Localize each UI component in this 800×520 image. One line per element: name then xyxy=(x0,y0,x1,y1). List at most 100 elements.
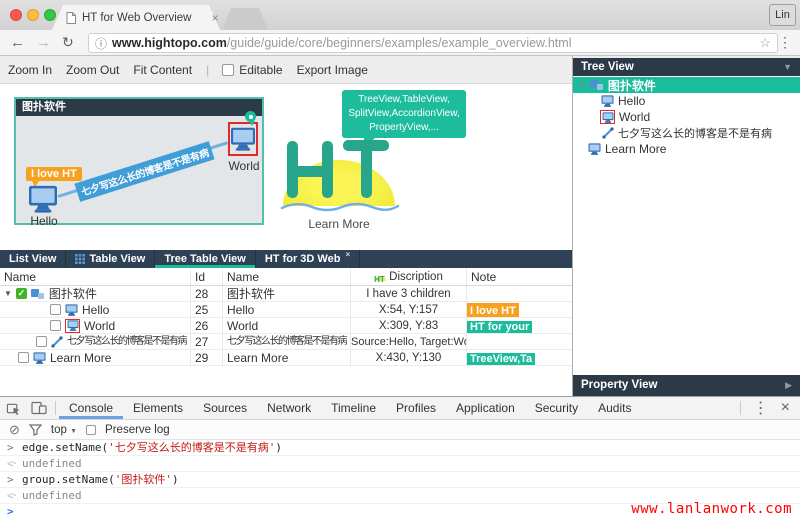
devtools-tab-application[interactable]: Application xyxy=(446,397,525,419)
console-output[interactable]: > edge.setName('七夕写这么长的博客是不是有病') <· unde… xyxy=(0,440,800,520)
monitor-icon xyxy=(28,185,58,213)
col-header-name[interactable]: Name xyxy=(0,268,191,285)
devtools-tab-network[interactable]: Network xyxy=(257,397,321,419)
device-icon xyxy=(31,401,47,415)
url-domain: www.hightopo.com xyxy=(112,36,227,50)
bookmark-star-icon[interactable]: ☆ xyxy=(759,35,771,51)
expand-arrow-icon[interactable]: ▼ xyxy=(4,286,12,301)
row-checkbox[interactable] xyxy=(50,320,61,331)
expand-arrow-icon[interactable]: ▶ xyxy=(785,375,792,396)
forward-icon[interactable]: → xyxy=(36,30,51,55)
collapse-arrow-icon[interactable]: ▼ xyxy=(783,58,792,76)
grid-icon xyxy=(75,254,85,264)
tree-item-world[interactable]: World xyxy=(573,109,800,125)
side-panel: Tree View ▼ ▼ 图扑软件 Hello World 七夕写这么长的博客… xyxy=(572,56,800,396)
col-header-name2[interactable]: Name xyxy=(223,268,351,285)
row-checkbox-checked[interactable]: ✓ xyxy=(16,288,27,299)
note-chip: HT for your xyxy=(467,321,532,333)
devtools-tab-audits[interactable]: Audits xyxy=(588,397,641,419)
console-input-entry: > group.setName('图扑软件') xyxy=(0,472,800,488)
devtools-close-icon[interactable]: × xyxy=(781,399,790,417)
table-row-edge[interactable]: 七夕写这么长的博客是不是有病 27 七夕写这么长的博客是不是有病 Source:… xyxy=(0,334,572,350)
ht-logo-letter-t xyxy=(361,140,372,198)
selected-icon-frame xyxy=(600,110,615,124)
monitor-icon xyxy=(33,352,46,364)
table-header-row: Name Id Name HTDiscription Note xyxy=(0,268,572,286)
reload-icon[interactable]: ↻ xyxy=(62,30,74,55)
tab-ht-for-3d-web[interactable]: HT for 3D Web × xyxy=(256,250,360,268)
tree-view-header[interactable]: Tree View ▼ xyxy=(573,58,800,76)
tab-tree-table-view[interactable]: Tree Table View xyxy=(155,250,256,268)
export-image-button[interactable]: Export Image xyxy=(297,63,368,77)
monitor-icon xyxy=(601,95,614,107)
world-pin-tail xyxy=(249,121,255,126)
table-row-group[interactable]: ▼ ✓ 图扑软件 28 图扑软件 I have 3 children xyxy=(0,286,572,302)
row-checkbox[interactable] xyxy=(50,304,61,315)
devtools-tab-console[interactable]: Console xyxy=(59,397,123,419)
zoom-out-button[interactable]: Zoom Out xyxy=(66,63,119,77)
group-icon xyxy=(590,79,604,91)
page-icon xyxy=(66,12,76,24)
page-info-icon[interactable]: ⓘ xyxy=(95,35,107,52)
devtools-tab-security[interactable]: Security xyxy=(525,397,588,419)
active-tab-content[interactable]: HT for Web Overview × xyxy=(66,5,219,30)
fit-content-button[interactable]: Fit Content xyxy=(133,63,192,77)
clear-console-icon[interactable]: ⊘ xyxy=(9,422,20,438)
tree-item-hello[interactable]: Hello xyxy=(573,93,800,109)
profile-button[interactable]: Lin xyxy=(769,4,796,26)
result-chevron-icon: <· xyxy=(7,488,16,504)
group-node-title: 图扑软件 xyxy=(16,99,262,116)
fullscreen-window-button[interactable] xyxy=(44,9,56,21)
col-header-id[interactable]: Id xyxy=(191,268,223,285)
property-view-header[interactable]: Property View ▶ xyxy=(573,375,800,396)
devtools-tab-timeline[interactable]: Timeline xyxy=(321,397,386,419)
tree-item-edge[interactable]: 七夕写这么长的博客是不是有病 xyxy=(573,125,800,141)
back-icon[interactable]: ← xyxy=(10,30,25,55)
devtools-tab-sources[interactable]: Sources xyxy=(193,397,257,419)
filter-funnel-icon[interactable] xyxy=(29,424,42,436)
inspect-element-button[interactable] xyxy=(0,397,26,419)
address-bar[interactable]: ⓘ www.hightopo.com /guide/guide/core/beg… xyxy=(88,33,778,53)
preserve-log-checkbox[interactable] xyxy=(86,425,96,435)
toolbar-separator: | xyxy=(206,63,209,77)
row-checkbox[interactable] xyxy=(18,352,29,363)
tree-view: ▼ 图扑软件 Hello World 七夕写这么长的博客是不是有病 Learn … xyxy=(573,76,800,157)
editable-label: Editable xyxy=(239,63,282,77)
minimize-window-button[interactable] xyxy=(27,9,39,21)
tab-list-view[interactable]: List View xyxy=(0,250,66,268)
selected-icon-frame xyxy=(65,319,80,333)
devtools-tab-profiles[interactable]: Profiles xyxy=(386,397,446,419)
note-chip: TreeView,Ta xyxy=(467,353,535,365)
col-header-discription[interactable]: HTDiscription xyxy=(351,268,467,285)
expand-arrow-icon[interactable]: ▼ xyxy=(578,81,586,90)
editable-checkbox[interactable] xyxy=(222,64,234,76)
device-toolbar-button[interactable] xyxy=(26,397,52,419)
zoom-in-button[interactable]: Zoom In xyxy=(8,63,52,77)
hello-note-callout: I love HT xyxy=(26,167,82,181)
graph-view[interactable]: 图扑软件 七夕写这么长的博客是不是有病 I love HT Hello Worl… xyxy=(0,84,572,250)
browser-menu-icon[interactable]: ⋮ xyxy=(778,30,792,55)
new-tab-button[interactable] xyxy=(222,8,268,30)
tab-table-view[interactable]: Table View xyxy=(66,250,155,268)
row-checkbox[interactable] xyxy=(36,336,47,347)
browser-window: HT for Web Overview × Lin ← → ↻ ⓘ www.hi… xyxy=(0,0,800,520)
close-window-button[interactable] xyxy=(10,9,22,21)
devtools-menu-icon[interactable]: ⋮ xyxy=(753,398,769,418)
world-node-selected[interactable] xyxy=(228,122,258,156)
tab-close-icon[interactable]: × xyxy=(345,246,350,264)
table-row-hello[interactable]: Hello 25 Hello X:54, Y:157 I love HT xyxy=(0,302,572,318)
result-chevron-icon: <· xyxy=(7,456,16,472)
edge-icon xyxy=(602,127,614,139)
tab-close-icon[interactable]: × xyxy=(212,11,219,25)
monitor-icon xyxy=(588,143,601,155)
table-row-learn-more[interactable]: Learn More 29 Learn More X:430, Y:130 Tr… xyxy=(0,350,572,366)
execution-context-selector[interactable]: top ▼ xyxy=(51,424,77,436)
tree-item-group-selected[interactable]: ▼ 图扑软件 xyxy=(573,77,800,93)
view-tab-bar: List View Table View Tree Table View HT … xyxy=(0,250,572,268)
console-toolbar: ⊘ top ▼ Preserve log xyxy=(0,420,800,440)
tree-item-learn-more[interactable]: Learn More xyxy=(573,141,800,157)
col-header-note[interactable]: Note xyxy=(467,268,572,285)
table-row-world[interactable]: World 26 World X:309, Y:83 HT for your xyxy=(0,318,572,334)
devtools-tab-elements[interactable]: Elements xyxy=(123,397,193,419)
learn-more-node-label[interactable]: Learn More xyxy=(283,217,395,231)
